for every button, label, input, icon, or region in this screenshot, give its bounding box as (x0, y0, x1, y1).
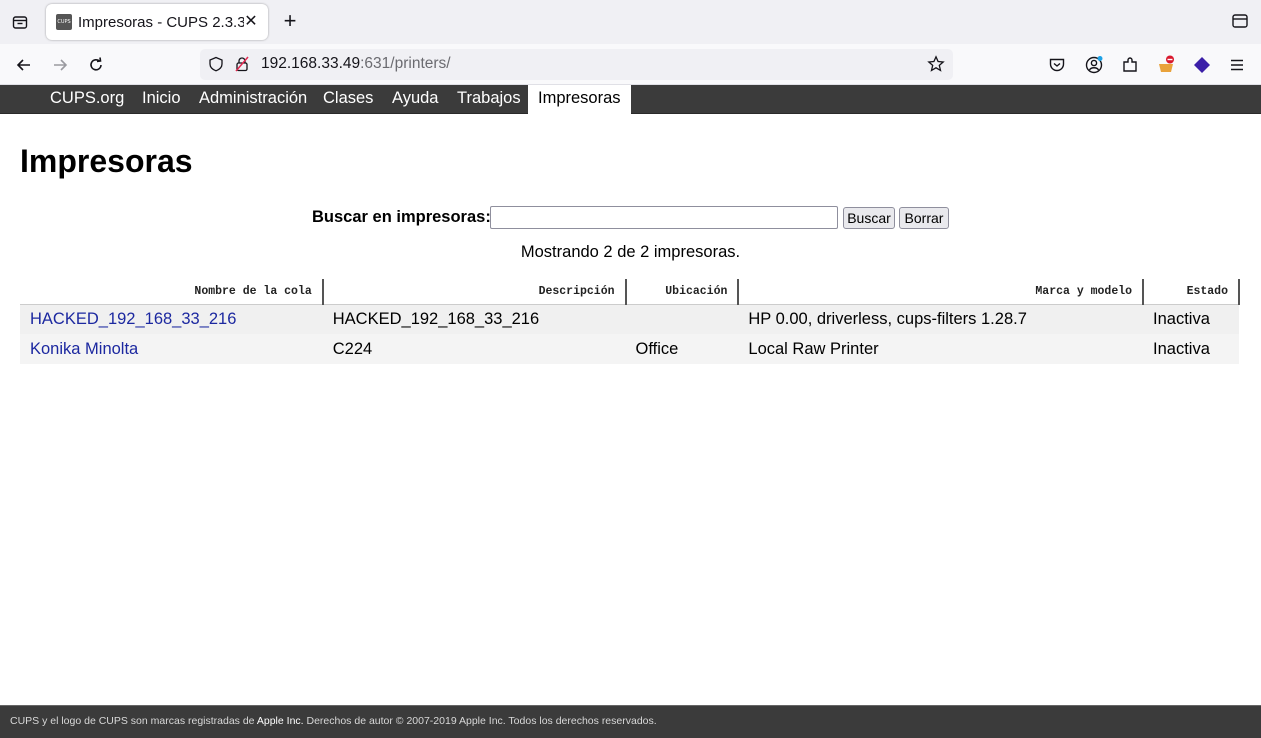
cell-make-model: Local Raw Printer (738, 334, 1144, 364)
nav-administracion[interactable]: Administración (199, 85, 307, 114)
header-description[interactable]: Descripción (322, 279, 627, 305)
cell-description: HACKED_192_168_33_216 (322, 304, 626, 334)
url-path: :631/printers/ (360, 55, 451, 72)
table-row: Konika Minolta C224 Office Local Raw Pri… (20, 334, 1239, 364)
url-text: 192.168.33.49:631/printers/ (261, 55, 451, 73)
active-tab[interactable]: CUPS Impresoras - CUPS 2.3.3op2 ✕ (46, 4, 268, 40)
reload-icon[interactable] (83, 52, 109, 78)
window-icon[interactable] (1231, 12, 1251, 32)
cell-description: C224 (322, 334, 626, 364)
clear-button[interactable]: Borrar (899, 207, 949, 229)
printer-link[interactable]: HACKED_192_168_33_216 (30, 310, 236, 328)
cell-status: Inactiva (1143, 334, 1239, 364)
browser-tab-bar: CUPS Impresoras - CUPS 2.3.3op2 ✕ + (0, 0, 1261, 44)
printers-table: Nombre de la cola Descripción Ubicación … (20, 279, 1240, 364)
cell-make-model: HP 0.00, driverless, cups-filters 1.28.7 (738, 304, 1144, 334)
url-host: 192.168.33.49 (261, 55, 361, 72)
nav-impresoras[interactable]: Impresoras (528, 85, 631, 114)
back-icon[interactable] (11, 52, 37, 78)
table-header-row: Nombre de la cola Descripción Ubicación … (20, 279, 1240, 305)
search-label: Buscar en impresoras: (312, 208, 491, 226)
search-input[interactable] (490, 206, 838, 229)
bookmark-star-icon[interactable] (927, 55, 945, 78)
footer-text-post: Derechos de autor © 2007-2019 Apple Inc.… (303, 715, 657, 727)
cups-favicon-icon: CUPS (56, 14, 72, 30)
nav-cups-org[interactable]: CUPS.org (50, 85, 124, 114)
account-icon[interactable] (1083, 54, 1105, 76)
new-tab-icon[interactable]: + (278, 10, 302, 34)
printer-link[interactable]: Konika Minolta (30, 340, 138, 358)
cell-location: Office (625, 334, 739, 364)
extension-proton-icon[interactable] (1191, 54, 1213, 76)
cell-location (625, 304, 739, 334)
forward-icon[interactable] (47, 52, 73, 78)
page-title: Impresoras (20, 143, 193, 179)
footer-brand: Apple Inc. (256, 715, 304, 727)
extensions-icon[interactable] (1119, 54, 1141, 76)
nav-ayuda[interactable]: Ayuda (392, 85, 439, 114)
pocket-icon[interactable] (1046, 54, 1068, 76)
nav-clases[interactable]: Clases (323, 85, 373, 114)
shield-icon[interactable] (208, 56, 224, 77)
header-queue-name[interactable]: Nombre de la cola (20, 279, 324, 305)
extension-basket-icon[interactable] (1155, 54, 1177, 76)
menu-icon[interactable] (1226, 54, 1248, 76)
page-footer: CUPS y el logo de CUPS son marcas regist… (0, 705, 1261, 738)
url-bar[interactable]: 192.168.33.49:631/printers/ (200, 49, 953, 80)
header-status[interactable]: Estado (1143, 279, 1240, 305)
tab-list-icon[interactable] (8, 10, 32, 34)
cell-queue-name: Konika Minolta (20, 334, 323, 364)
nav-inicio[interactable]: Inicio (142, 85, 181, 114)
cell-queue-name: HACKED_192_168_33_216 (20, 304, 323, 334)
table-row: HACKED_192_168_33_216 HACKED_192_168_33_… (20, 304, 1239, 334)
results-count: Mostrando 2 de 2 impresoras. (520, 243, 741, 261)
nav-trabajos[interactable]: Trabajos (457, 85, 521, 114)
cell-status: Inactiva (1143, 304, 1239, 334)
browser-nav-bar: 192.168.33.49:631/printers/ (0, 44, 1261, 85)
close-tab-icon[interactable]: ✕ (242, 13, 260, 31)
header-location[interactable]: Ubicación (625, 279, 740, 305)
header-make-model[interactable]: Marca y modelo (738, 279, 1145, 305)
cups-nav-bar: CUPS.org Inicio Administración Clases Ay… (0, 85, 1261, 114)
tab-title: Impresoras - CUPS 2.3.3op2 (78, 13, 244, 31)
insecure-lock-icon[interactable] (234, 56, 250, 77)
footer-text-pre: CUPS y el logo de CUPS son marcas regist… (10, 715, 257, 727)
search-button[interactable]: Buscar (843, 207, 895, 229)
